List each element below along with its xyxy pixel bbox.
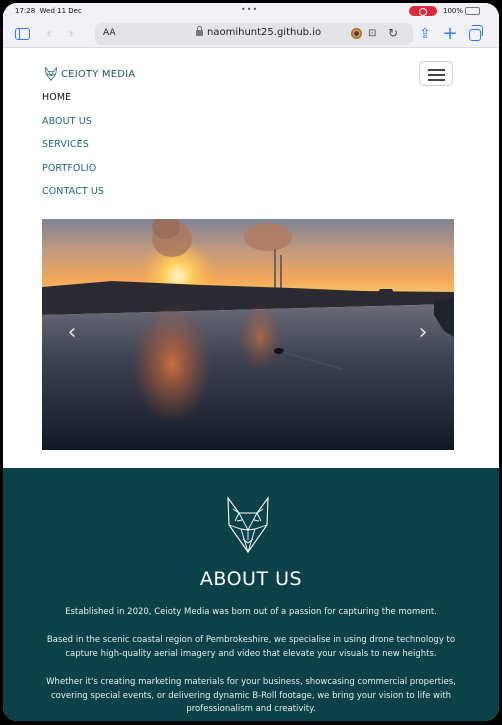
about-paragraph: Established in 2020, Ceioty Media was bo… [65, 607, 437, 617]
status-bar: 17:28 Wed 11 Dec ••• 100% [3, 3, 499, 20]
tab-overview-icon[interactable] [465, 24, 485, 44]
brand-name: CEIOTY MEDIA [61, 68, 136, 80]
nav-portfolio[interactable]: PORTFOLIO [42, 163, 104, 187]
forward-button[interactable]: › [61, 24, 81, 44]
reader-extension-icon[interactable]: ⊡ [368, 28, 376, 39]
main-nav: HOME ABOUT US SERVICES PORTFOLIO CONTACT… [42, 92, 104, 210]
new-tab-icon[interactable]: + [440, 24, 460, 44]
nav-about-us[interactable]: ABOUT US [42, 116, 104, 140]
about-title: ABOUT US [199, 568, 303, 590]
browser-window: 17:28 Wed 11 Dec ••• 100% ‹ › AA naomihu… [3, 3, 499, 721]
menu-toggle-button[interactable] [419, 61, 453, 86]
wolf-logo-icon [227, 496, 269, 554]
hero-image [42, 219, 454, 450]
about-paragraph: Based in the scenic coastal region of Pe… [46, 635, 456, 659]
browser-toolbar: ‹ › AA naomihunt25.github.io ⊡ ↻ ⇪ + [3, 20, 499, 48]
sidebar-toggle-icon[interactable] [12, 24, 32, 44]
status-time: 17:28 Wed 11 Dec [15, 7, 82, 15]
carousel-prev-button[interactable]: ‹ [62, 319, 82, 347]
multitasking-dots-icon[interactable]: ••• [241, 5, 258, 14]
lock-icon [196, 26, 203, 36]
share-icon[interactable]: ⇪ [415, 24, 435, 44]
battery-percent: 100% [443, 7, 464, 15]
carousel-next-button[interactable]: › [413, 319, 433, 347]
nav-home[interactable]: HOME [42, 92, 104, 116]
address-bar[interactable]: AA naomihunt25.github.io ⊡ ↻ [95, 23, 413, 45]
battery-icon [465, 7, 480, 15]
url-text[interactable]: naomihunt25.github.io [207, 27, 321, 38]
extension-icon[interactable] [351, 28, 362, 39]
hero-carousel: ‹ › [42, 219, 454, 450]
back-button[interactable]: ‹ [39, 24, 59, 44]
reload-icon[interactable]: ↻ [388, 26, 398, 40]
about-section: ABOUT US Established in 2020, Ceioty Med… [3, 468, 499, 721]
nav-contact-us[interactable]: CONTACT US [42, 186, 104, 210]
brand[interactable]: CEIOTY MEDIA [43, 66, 135, 82]
text-size-button[interactable]: AA [103, 28, 116, 38]
screen-recording-icon[interactable] [409, 6, 437, 16]
wolf-logo-icon [44, 66, 58, 82]
about-paragraph: Whether it's creating marketing material… [46, 677, 456, 714]
nav-services[interactable]: SERVICES [42, 139, 104, 163]
